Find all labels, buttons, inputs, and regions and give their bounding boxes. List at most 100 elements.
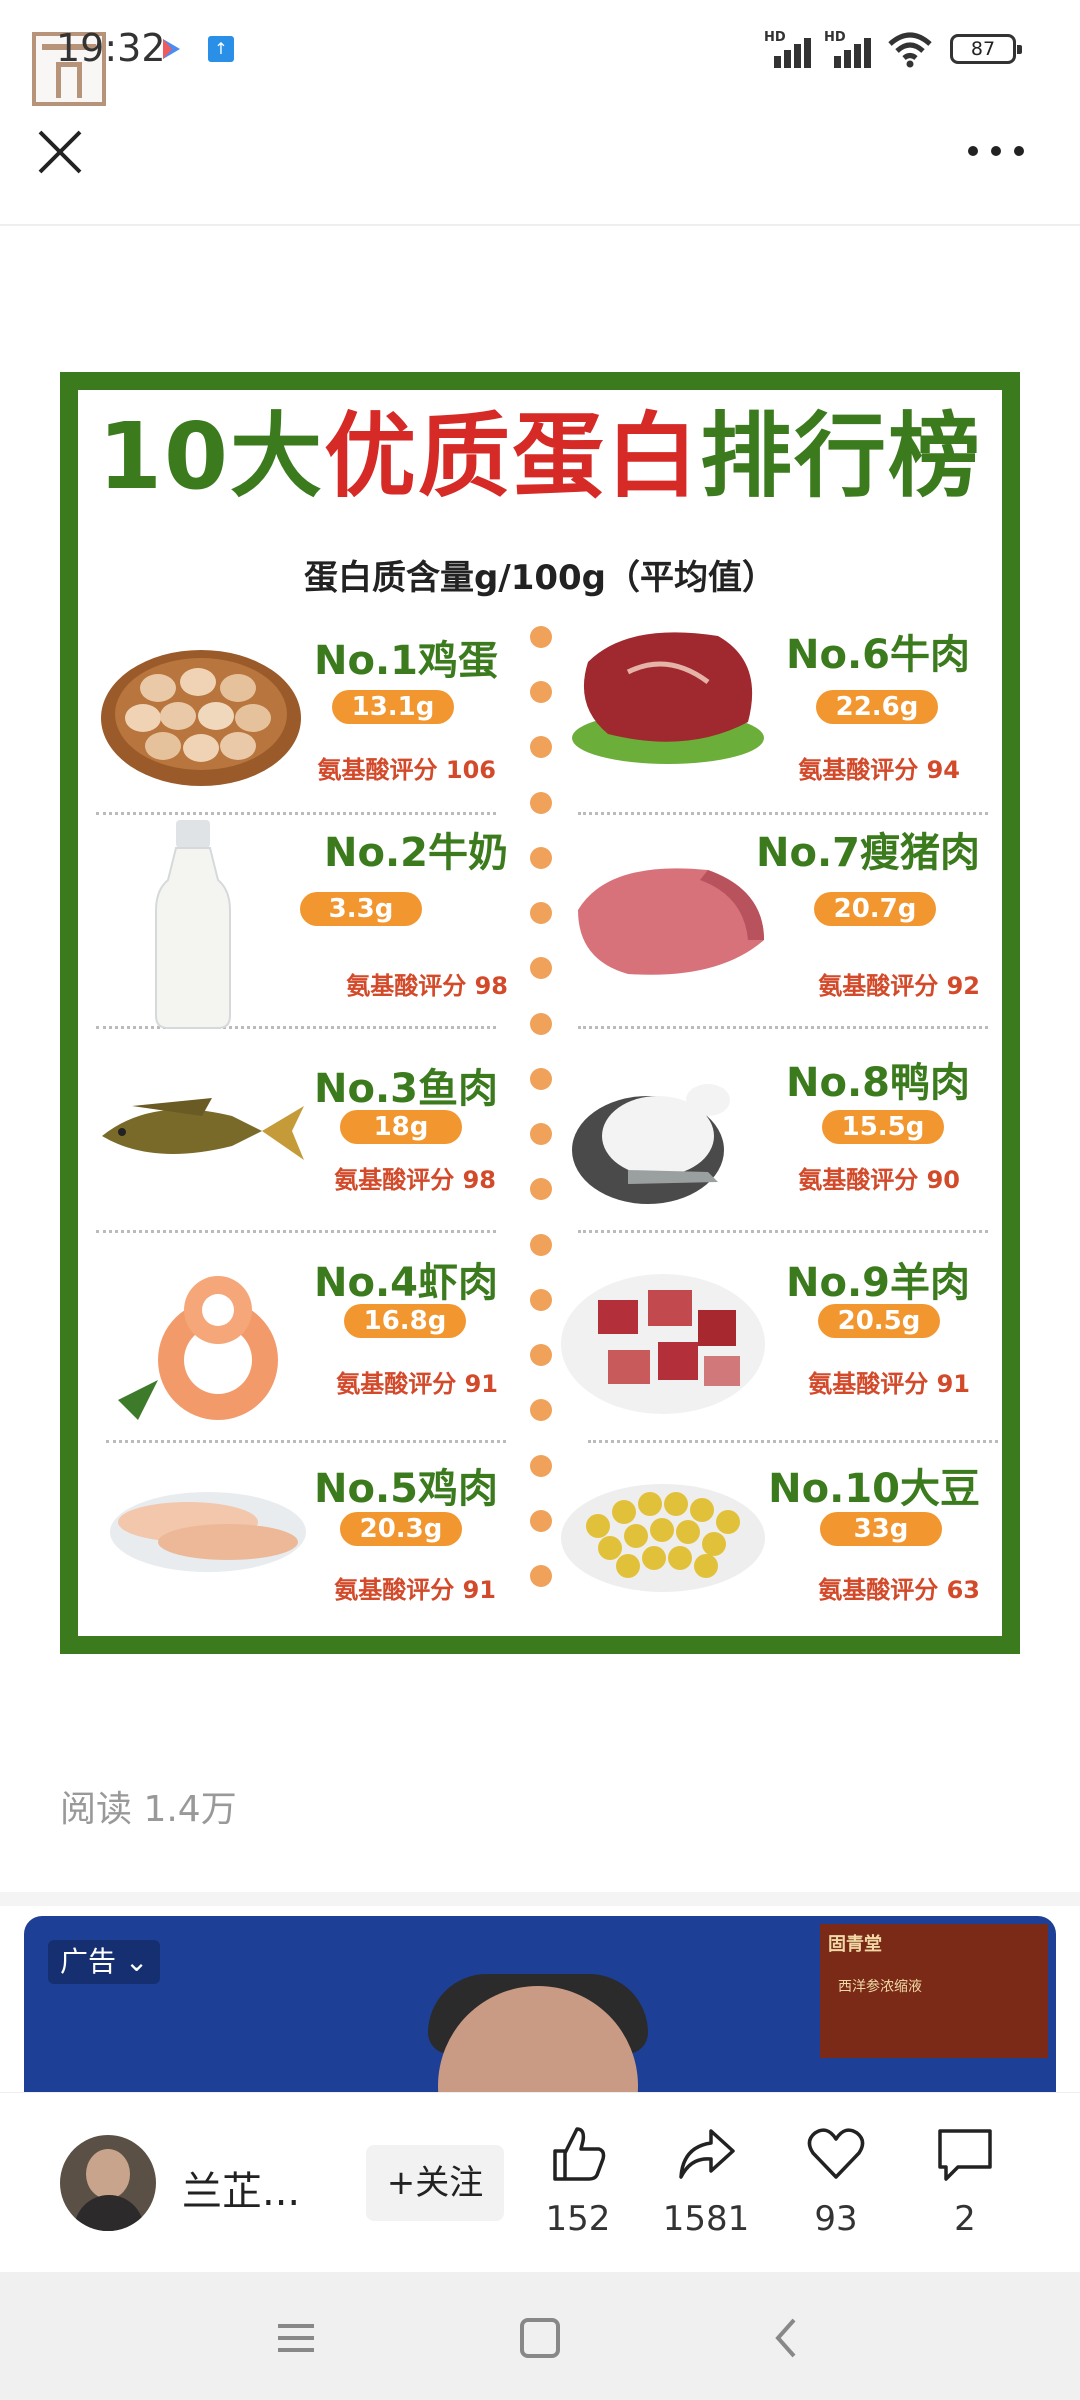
chicken-breast-image (110, 1492, 306, 1572)
signal-1-icon: HD (764, 30, 820, 68)
row-separator (106, 1440, 506, 1443)
infographic-subtitle: 蛋白质含量g/100g（平均值） (303, 558, 777, 598)
protein-pill: 20.5g (818, 1304, 940, 1338)
heart-icon (807, 2128, 865, 2179)
ad-product: 西洋参浓缩液 (838, 1979, 922, 1995)
amino-score: 氨基酸评分 91 (336, 1370, 498, 1398)
thumbs-up-icon (553, 2127, 606, 2181)
protein-pill: 33g (820, 1512, 942, 1546)
row-separator (588, 1440, 998, 1443)
signal-1-label: HD (764, 30, 786, 45)
food-item-soybean: No.10大豆 33g 氨基酸评分 63 (558, 1456, 998, 1626)
food-item-egg: No.1鸡蛋 13.1g 氨基酸评分 106 (78, 628, 518, 808)
protein-pill: 18g (340, 1110, 462, 1144)
protein-pill: 13.1g (332, 690, 454, 724)
share-button[interactable]: 1581 (651, 2123, 761, 2253)
protein-ranking-image[interactable]: 10大优质蛋白排行榜 蛋白质含量g/100g（平均值） No.1鸡蛋 13.1g… (60, 372, 1020, 1654)
center-dots (530, 626, 554, 1626)
food-item-shrimp: No.4虾肉 16.8g 氨基酸评分 91 (78, 1250, 518, 1440)
row-separator (96, 812, 496, 815)
comment-button[interactable]: 2 (910, 2123, 1020, 2253)
shrimp-image (118, 1276, 278, 1420)
bottom-action-bar: 兰芷... +关注 152 1581 93 2 (0, 2092, 1080, 2272)
close-icon (38, 130, 82, 174)
food-item-mutton: No.9羊肉 20.5g 氨基酸评分 91 (558, 1250, 998, 1440)
favorite-button[interactable]: 93 (781, 2123, 891, 2253)
share-count: 1581 (662, 2199, 750, 2239)
food-rank: No.3鱼肉 (314, 1066, 498, 1112)
food-item-fish: No.3鱼肉 18g 氨基酸评分 98 (78, 1056, 518, 1226)
amino-score: 氨基酸评分 106 (317, 756, 496, 784)
battery-indicator: 87 (950, 34, 1022, 64)
back-icon[interactable] (758, 2310, 814, 2366)
beef-image (572, 632, 764, 764)
more-icon (968, 146, 978, 156)
food-rank: No.8鸭肉 (786, 1060, 970, 1106)
signal-2-icon: HD (824, 30, 880, 68)
food-rank: No.2牛奶 (324, 830, 508, 876)
play-store-icon (163, 39, 180, 59)
food-rank: No.1鸡蛋 (314, 638, 498, 684)
close-button[interactable] (34, 126, 86, 178)
food-rank: No.10大豆 (768, 1466, 980, 1512)
food-item-duck: No.8鸭肉 15.5g 氨基酸评分 90 (558, 1050, 998, 1230)
title-part-3: 排行榜 (700, 403, 983, 510)
title-part-1: 10大 (97, 403, 324, 510)
pork-image (578, 868, 764, 975)
food-item-milk: No.2牛奶 3.3g 氨基酸评分 98 (78, 820, 518, 1029)
duck-image (572, 1084, 730, 1204)
food-rank: No.5鸡肉 (314, 1466, 498, 1512)
protein-pill: 20.3g (340, 1512, 462, 1546)
mutton-image (561, 1274, 765, 1414)
row-separator (96, 1230, 496, 1233)
read-count: 阅读 1.4万 (60, 1789, 237, 1830)
amino-score: 氨基酸评分 94 (798, 756, 960, 784)
amino-score: 氨基酸评分 98 (346, 972, 508, 1000)
row-separator (578, 812, 988, 815)
menu-icon[interactable] (268, 2310, 324, 2366)
follow-button[interactable]: +关注 (366, 2145, 504, 2221)
author-avatar[interactable] (60, 2135, 156, 2231)
amino-score: 氨基酸评分 91 (334, 1576, 496, 1604)
status-bar: 19:32 ↑ HD HD 87 (0, 0, 1080, 106)
like-button[interactable]: 152 (523, 2123, 633, 2253)
soybean-image (561, 1484, 765, 1592)
system-nav-bar (0, 2272, 1080, 2400)
author-name[interactable]: 兰芷... (182, 2159, 300, 2217)
ad-badge-label: 广告 (60, 1945, 117, 1978)
ad-product-box: 固青堂 西洋参浓缩液 (820, 1924, 1048, 2058)
protein-pill: 22.6g (816, 690, 938, 724)
home-icon[interactable] (512, 2310, 568, 2366)
amino-score: 氨基酸评分 90 (798, 1166, 960, 1194)
signal-2-label: HD (824, 30, 846, 45)
more-options-button[interactable] (966, 134, 1026, 168)
food-item-chicken: No.5鸡肉 20.3g 氨基酸评分 91 (78, 1456, 518, 1626)
section-divider (0, 1892, 1080, 1906)
upload-icon: ↑ (208, 36, 234, 62)
egg-basket-image (101, 650, 301, 786)
food-rank: No.4虾肉 (314, 1260, 498, 1306)
ad-banner[interactable]: 广告 ⌄ 固青堂 西洋参浓缩液 (24, 1916, 1056, 2096)
milk-bottle-image (155, 820, 231, 1029)
food-rank: No.6牛肉 (786, 632, 970, 678)
food-item-beef: No.6牛肉 22.6g 氨基酸评分 94 (558, 622, 998, 812)
row-separator (578, 1230, 988, 1233)
comment-icon (938, 2129, 992, 2181)
protein-pill: 15.5g (822, 1110, 944, 1144)
title-part-2: 优质蛋白 (324, 403, 701, 510)
comment-count: 2 (954, 2199, 976, 2239)
chevron-down-icon: ⌄ (124, 1945, 149, 1978)
ad-brand: 固青堂 (828, 1934, 882, 1955)
fish-image (102, 1098, 304, 1160)
infographic-title: 10大优质蛋白排行榜 (78, 402, 1002, 512)
row-separator (578, 1026, 988, 1029)
amino-score: 氨基酸评分 92 (818, 972, 980, 1000)
food-rank: No.9羊肉 (786, 1260, 970, 1306)
header-divider (0, 224, 1080, 226)
amino-score: 氨基酸评分 91 (808, 1370, 970, 1398)
food-rank: No.7瘦猪肉 (756, 830, 980, 876)
protein-pill: 20.7g (814, 892, 936, 926)
amino-score: 氨基酸评分 63 (818, 1576, 980, 1604)
wifi-icon (888, 32, 932, 68)
ad-badge[interactable]: 广告 ⌄ (48, 1940, 161, 1984)
